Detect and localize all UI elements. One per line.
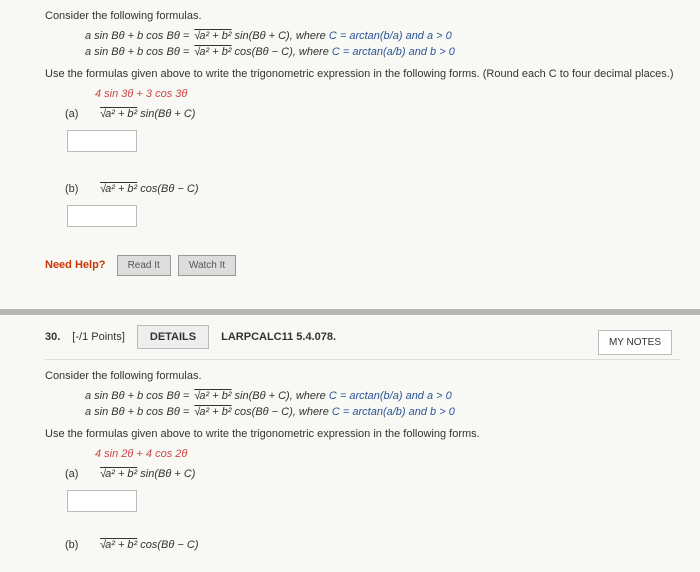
q1-given-expression: 4 sin 3θ + 3 cos 3θ — [95, 88, 680, 100]
help-row: Need Help? Read It Watch It — [45, 255, 680, 276]
need-help-label: Need Help? — [45, 259, 106, 271]
points-label: [-/1 Points] — [72, 331, 125, 343]
q2-part-b: (b) a² + b² cos(Bθ − C) — [65, 539, 680, 551]
q1-part-a: (a) a² + b² sin(Bθ + C) — [65, 108, 680, 120]
question-30-block: 30. [-/1 Points] DETAILS LARPCALC11 5.4.… — [0, 315, 700, 572]
q1-part-b-input[interactable] — [67, 205, 137, 227]
q1-formula-1: a sin Bθ + b cos Bθ = a² + b² sin(Bθ + C… — [85, 30, 680, 42]
question-number: 30. — [45, 331, 60, 343]
q1-part-b: (b) a² + b² cos(Bθ − C) — [65, 183, 680, 195]
details-button[interactable]: DETAILS — [137, 325, 209, 349]
q1-part-a-input[interactable] — [67, 130, 137, 152]
q1-prompt: Consider the following formulas. — [45, 10, 680, 22]
source-label: LARPCALC11 5.4.078. — [221, 331, 336, 343]
q2-instruction: Use the formulas given above to write th… — [45, 428, 680, 440]
q2-given-expression: 4 sin 2θ + 4 cos 2θ — [95, 448, 680, 460]
q1-formula-2: a sin Bθ + b cos Bθ = a² + b² cos(Bθ − C… — [85, 46, 680, 58]
q2-formula-2: a sin Bθ + b cos Bθ = a² + b² cos(Bθ − C… — [85, 406, 680, 418]
watch-it-button[interactable]: Watch It — [178, 255, 236, 276]
my-notes-button[interactable]: MY NOTES — [598, 330, 672, 355]
question-29-block: Consider the following formulas. a sin B… — [0, 0, 700, 315]
q1-instruction: Use the formulas given above to write th… — [45, 68, 680, 80]
q2-part-a: (a) a² + b² sin(Bθ + C) — [65, 468, 680, 480]
q2-formula-1: a sin Bθ + b cos Bθ = a² + b² sin(Bθ + C… — [85, 390, 680, 402]
read-it-button[interactable]: Read It — [117, 255, 171, 276]
q2-prompt: Consider the following formulas. — [45, 370, 680, 382]
q2-part-a-input[interactable] — [67, 490, 137, 512]
